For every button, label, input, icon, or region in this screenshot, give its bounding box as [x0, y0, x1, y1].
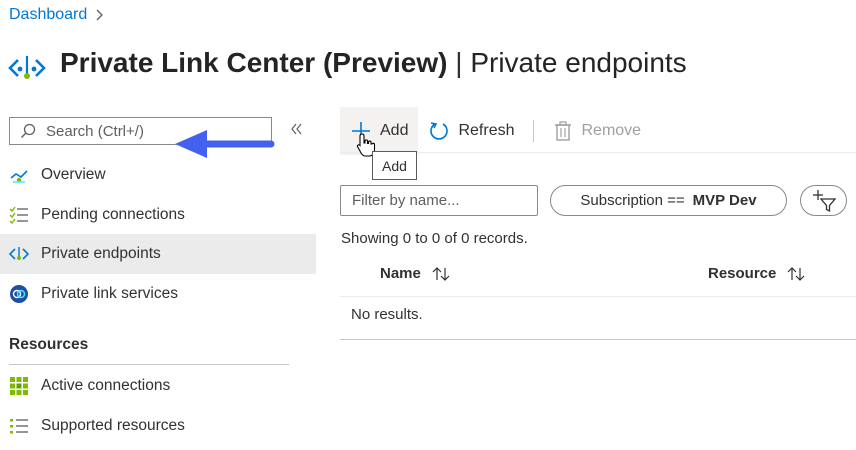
toolbar-divider-line [340, 152, 856, 153]
sidebar-item-active-connections[interactable]: Active connections [0, 366, 316, 406]
annotation-arrow-icon [175, 130, 275, 158]
empty-state-text: No results. [351, 306, 423, 323]
collapse-sidebar-icon[interactable] [289, 122, 303, 136]
refresh-button[interactable]: Refresh [418, 107, 524, 155]
column-header-resource[interactable]: Resource [708, 265, 806, 282]
trash-icon [554, 121, 571, 141]
refresh-icon [430, 122, 449, 140]
private-link-icon [8, 56, 46, 79]
subscription-filter-pill[interactable]: Subscription == MVP Dev [550, 185, 787, 216]
add-tooltip: Add [372, 151, 417, 180]
sort-icon [787, 266, 805, 281]
breadcrumb: Dashboard [9, 6, 105, 24]
chevron-right-icon [96, 9, 104, 21]
breadcrumb-dashboard-link[interactable]: Dashboard [9, 6, 87, 24]
table-bottom-divider [340, 339, 856, 340]
link-service-icon [10, 285, 28, 303]
table-header-divider [340, 296, 856, 297]
list-icon [10, 419, 28, 434]
add-filter-button[interactable] [800, 185, 847, 216]
checklist-icon [9, 206, 28, 225]
remove-button[interactable]: Remove [542, 107, 652, 155]
filter-by-name-input[interactable]: Filter by name... [340, 185, 538, 216]
section-divider [9, 364, 289, 365]
overview-icon [10, 170, 28, 183]
sidebar-item-pending-connections[interactable]: Pending connections [0, 195, 316, 235]
column-header-name[interactable]: Name [380, 265, 451, 282]
grid-icon [10, 377, 28, 395]
sidebar-item-private-endpoints[interactable]: Private endpoints [0, 234, 316, 274]
sort-icon [432, 266, 450, 281]
private-endpoint-icon [9, 247, 29, 260]
records-count: Showing 0 to 0 of 0 records. [341, 230, 528, 247]
sidebar-item-overview[interactable]: Overview [0, 155, 316, 195]
toolbar-divider [532, 120, 534, 142]
add-filter-icon [812, 189, 836, 212]
command-bar: Add Refresh Remove [340, 107, 651, 155]
section-label-resources: Resources [9, 336, 89, 353]
page-title: Private Link Center (Preview) | Private … [60, 47, 687, 78]
search-icon [21, 123, 36, 138]
sidebar-item-supported-resources[interactable]: Supported resources [0, 406, 316, 446]
page-header: Private Link Center (Preview) | Private … [8, 38, 687, 88]
sidebar-item-private-link-services[interactable]: Private link services [0, 274, 316, 314]
add-button[interactable]: Add [340, 107, 419, 155]
